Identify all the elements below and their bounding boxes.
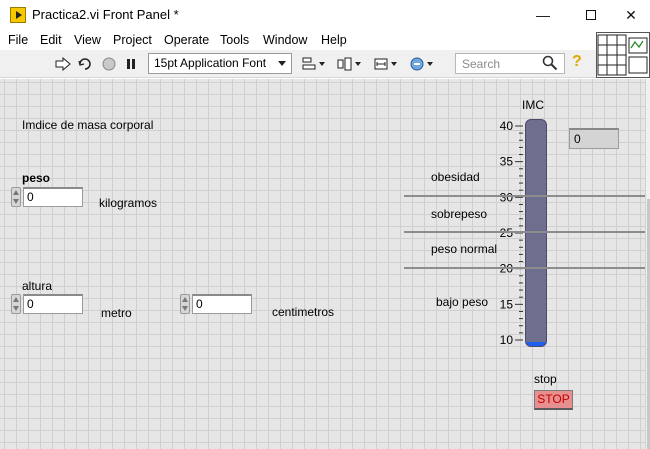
divider-sobrepeso [404,231,645,233]
search-icon[interactable] [542,55,558,71]
centimetros-increment-decrement[interactable] [180,294,190,314]
menu-operate[interactable]: Operate [164,33,209,47]
stop-button[interactable]: STOP [534,390,573,410]
abort-icon[interactable] [100,54,118,74]
range-label-sobrepeso: sobrepeso [431,207,488,221]
peso-unit-label: kilogramos [99,196,158,210]
menu-bar: File Edit View Project Operate Tools Win… [0,30,650,50]
range-label-peso-normal: peso normal [431,242,498,256]
altura-label: altura [22,279,53,293]
imc-scale-tick-label: 10 [500,333,514,347]
imc-scale-tick-label: 30 [500,190,514,204]
menu-edit[interactable]: Edit [40,33,62,47]
altura-input[interactable]: 0 [23,294,83,314]
run-arrow-icon[interactable] [54,54,72,74]
labview-vi-icon [10,7,26,23]
menu-file[interactable]: File [8,33,28,47]
menu-help[interactable]: Help [321,33,347,47]
centimetros-input[interactable]: 0 [192,294,252,314]
imc-scale-tick-label: 40 [500,119,514,133]
chevron-down-icon [278,61,286,66]
font-dropdown-value: 15pt Application Font [154,56,267,70]
menu-window[interactable]: Window [263,33,307,47]
close-button[interactable]: ✕ [612,0,650,30]
imc-scale-tick-label: 15 [500,297,514,311]
window-title: Practica2.vi Front Panel * [32,7,179,22]
menu-view[interactable]: View [74,33,101,47]
imc-scale: 40353025201510 [500,119,523,347]
resize-objects-icon[interactable] [372,54,398,74]
imc-thermometer [525,119,547,347]
peso-increment-decrement[interactable] [11,187,21,207]
toolbar: 15pt Application Font ? [0,50,650,78]
maximize-button[interactable] [568,0,614,30]
distribute-objects-icon[interactable] [336,54,362,74]
minimize-button[interactable]: — [520,0,566,30]
menu-tools[interactable]: Tools [220,33,249,47]
range-label-obesidad: obesidad [431,170,480,184]
vertical-scrollbar[interactable] [645,79,650,449]
title-bar: Practica2.vi Front Panel * — ✕ [0,0,650,30]
peso-label: peso [22,171,51,185]
range-label-bajo-peso: bajo peso [436,295,489,309]
align-objects-icon[interactable] [300,54,326,74]
divider-obesidad [404,195,645,197]
divider-peso-normal [404,267,645,269]
stop-label: stop [534,372,557,386]
imc-scale-tick-label: 25 [500,226,514,240]
pause-icon[interactable] [122,54,140,74]
vi-connector-pane-icon[interactable] [596,32,650,78]
altura-increment-decrement[interactable] [11,294,21,314]
run-continuously-icon[interactable] [76,54,94,74]
centimetros-unit-label: centimetros [272,305,335,319]
peso-input[interactable]: 0 [23,187,83,207]
imc-label: IMC [522,98,544,112]
imc-scale-tick-label: 35 [500,155,514,169]
context-help-icon[interactable]: ? [572,53,582,71]
maximize-icon [586,10,596,20]
altura-unit-label: metro [101,306,132,320]
font-dropdown[interactable]: 15pt Application Font [148,53,292,74]
menu-project[interactable]: Project [113,33,152,47]
imc-digital-display: 0 [569,128,619,149]
panel-heading: Imdice de masa corporal [22,118,154,132]
imc-thermometer-fill [526,342,546,346]
reorder-icon[interactable] [408,54,434,74]
